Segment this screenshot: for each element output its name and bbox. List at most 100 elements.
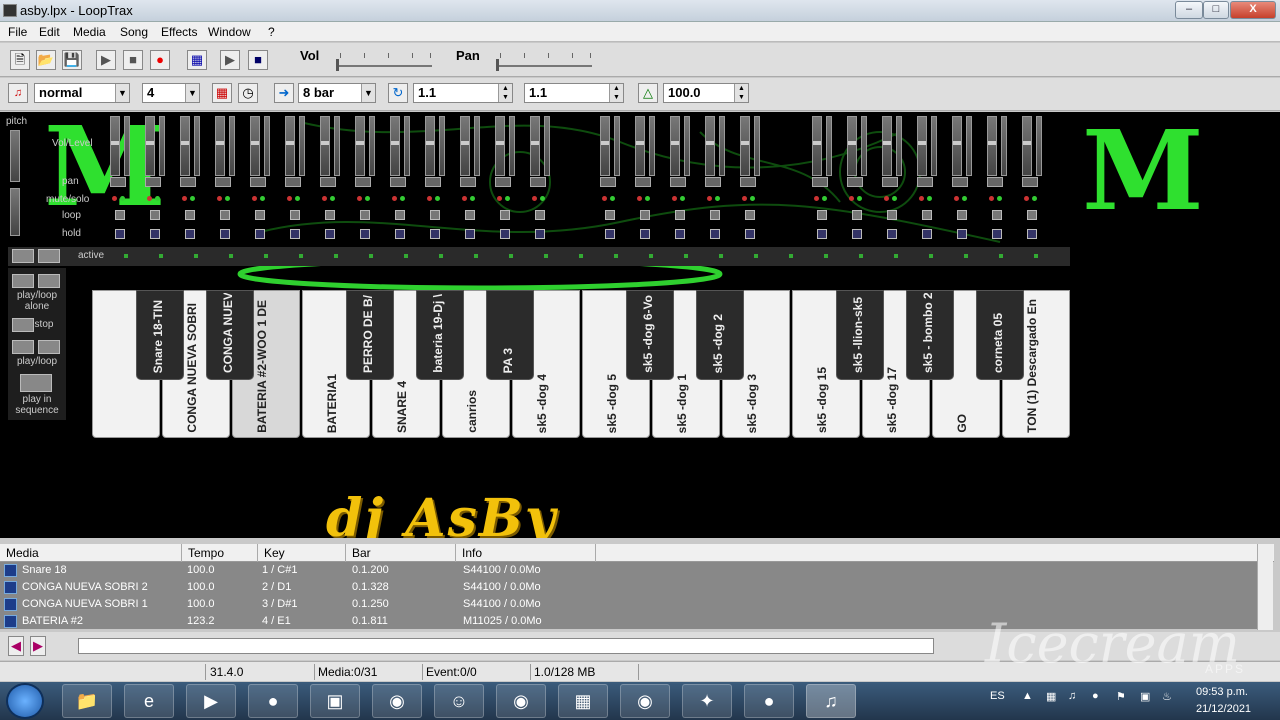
position-stepper[interactable]: 1.1 ▲ ▼: [413, 83, 513, 103]
loop-toggle[interactable]: [817, 210, 827, 220]
piano-icon[interactable]: ♫: [8, 83, 28, 103]
column-media[interactable]: Media: [0, 544, 182, 562]
new-file-icon[interactable]: 🗎: [10, 50, 30, 70]
record-icon[interactable]: ●: [150, 50, 170, 70]
mute-icon[interactable]: [357, 196, 362, 201]
timeline-scrollbar[interactable]: [78, 638, 934, 654]
channel-pan-control[interactable]: [917, 177, 933, 187]
channel-volume-fader[interactable]: [320, 116, 330, 176]
clock-date[interactable]: 21/12/2021: [1196, 703, 1251, 715]
active-indicator[interactable]: [579, 254, 583, 258]
active-indicator[interactable]: [929, 254, 933, 258]
hold-toggle[interactable]: [360, 229, 370, 239]
loop-toggle[interactable]: [922, 210, 932, 220]
hold-toggle[interactable]: [290, 229, 300, 239]
solo-icon[interactable]: [962, 196, 967, 201]
play-icon[interactable]: ▶: [96, 50, 116, 70]
metronome-icon[interactable]: ▦: [187, 50, 207, 70]
internet-explorer-icon[interactable]: e: [124, 684, 174, 718]
solo-icon[interactable]: [645, 196, 650, 201]
channel-volume-fader[interactable]: [705, 116, 715, 176]
mute-icon[interactable]: [427, 196, 432, 201]
mute-icon[interactable]: [707, 196, 712, 201]
loop-toggle[interactable]: [150, 210, 160, 220]
channel-volume-fader[interactable]: [460, 116, 470, 176]
active-indicator[interactable]: [334, 254, 338, 258]
channel-volume-fader[interactable]: [250, 116, 260, 176]
channel-pan-control[interactable]: [460, 177, 476, 187]
mute-icon[interactable]: [217, 196, 222, 201]
hold-toggle[interactable]: [465, 229, 475, 239]
loop-toggle[interactable]: [325, 210, 335, 220]
channel-pan-control[interactable]: [320, 177, 336, 187]
active-indicator[interactable]: [719, 254, 723, 258]
sample-key-black[interactable]: PERRO DE B/: [346, 290, 394, 380]
channel-volume-fader[interactable]: [740, 116, 750, 176]
hold-toggle[interactable]: [1027, 229, 1037, 239]
channel-volume-fader[interactable]: [952, 116, 962, 176]
beats-select[interactable]: 4 ▼: [142, 83, 200, 103]
open-folder-icon[interactable]: 📂: [36, 50, 56, 70]
mute-icon[interactable]: [322, 196, 327, 201]
active-indicator[interactable]: [999, 254, 1003, 258]
channel-volume-fader[interactable]: [285, 116, 295, 176]
loop-toggle[interactable]: [640, 210, 650, 220]
column-info[interactable]: Info: [456, 544, 596, 562]
active-indicator[interactable]: [824, 254, 828, 258]
loop-toggle[interactable]: [887, 210, 897, 220]
channel-volume-fader[interactable]: [670, 116, 680, 176]
hold-toggle[interactable]: [992, 229, 1002, 239]
pitch-slider-2[interactable]: [10, 188, 20, 236]
chevron-down-icon[interactable]: ▼: [185, 84, 199, 102]
chevron-down-icon[interactable]: ▼: [115, 84, 129, 102]
active-indicator[interactable]: [299, 254, 303, 258]
channel-pan-control[interactable]: [705, 177, 721, 187]
loop-toggle[interactable]: [395, 210, 405, 220]
volume-thumb[interactable]: [336, 59, 339, 71]
chevron-down-icon[interactable]: ▼: [361, 84, 375, 102]
channel-pan-control[interactable]: [530, 177, 546, 187]
active-indicator[interactable]: [859, 254, 863, 258]
loop-toggle[interactable]: [500, 210, 510, 220]
channel-pan-control[interactable]: [952, 177, 968, 187]
channel-pan-control[interactable]: [250, 177, 266, 187]
camera-icon[interactable]: ◉: [496, 684, 546, 718]
hold-toggle[interactable]: [220, 229, 230, 239]
channel-volume-fader[interactable]: [882, 116, 892, 176]
file-explorer-icon[interactable]: 📁: [62, 684, 112, 718]
column-tempo[interactable]: Tempo: [182, 544, 258, 562]
loop-toggle[interactable]: [745, 210, 755, 220]
channel-volume-fader[interactable]: [635, 116, 645, 176]
looptrax-icon[interactable]: ♫: [806, 684, 856, 718]
channel-pan-control[interactable]: [847, 177, 863, 187]
channel-pan-control[interactable]: [425, 177, 441, 187]
sample-key-black[interactable]: bateria 19-Dj \: [416, 290, 464, 380]
menu-media[interactable]: Media: [73, 25, 106, 39]
pan-slider[interactable]: [490, 51, 600, 75]
hold-toggle[interactable]: [115, 229, 125, 239]
channel-pan-control[interactable]: [882, 177, 898, 187]
sample-key-black[interactable]: Snare 18-TIN: [136, 290, 184, 380]
media-player-icon[interactable]: ▶: [186, 684, 236, 718]
active-indicator[interactable]: [1034, 254, 1038, 258]
channel-pan-control[interactable]: [355, 177, 371, 187]
list-scrollbar[interactable]: [1257, 544, 1273, 630]
sample-key-black[interactable]: PA 3: [486, 290, 534, 380]
mute-icon[interactable]: [637, 196, 642, 201]
mute-icon[interactable]: [1024, 196, 1029, 201]
prev-icon[interactable]: ◀: [8, 636, 24, 656]
hold-toggle[interactable]: [325, 229, 335, 239]
active-indicator[interactable]: [509, 254, 513, 258]
list-item[interactable]: CONGA NUEVA SOBRI 2 100.0 2 / D1 0.1.328 S44…: [0, 579, 1257, 596]
mute-icon[interactable]: [532, 196, 537, 201]
channel-volume-fader[interactable]: [425, 116, 435, 176]
active-indicator[interactable]: [474, 254, 478, 258]
volume-slider[interactable]: [330, 51, 440, 75]
active-indicator[interactable]: [194, 254, 198, 258]
hold-toggle[interactable]: [745, 229, 755, 239]
hold-toggle[interactable]: [535, 229, 545, 239]
solo-icon[interactable]: [680, 196, 685, 201]
solo-icon[interactable]: [540, 196, 545, 201]
active-indicator[interactable]: [789, 254, 793, 258]
channel-volume-fader[interactable]: [987, 116, 997, 176]
